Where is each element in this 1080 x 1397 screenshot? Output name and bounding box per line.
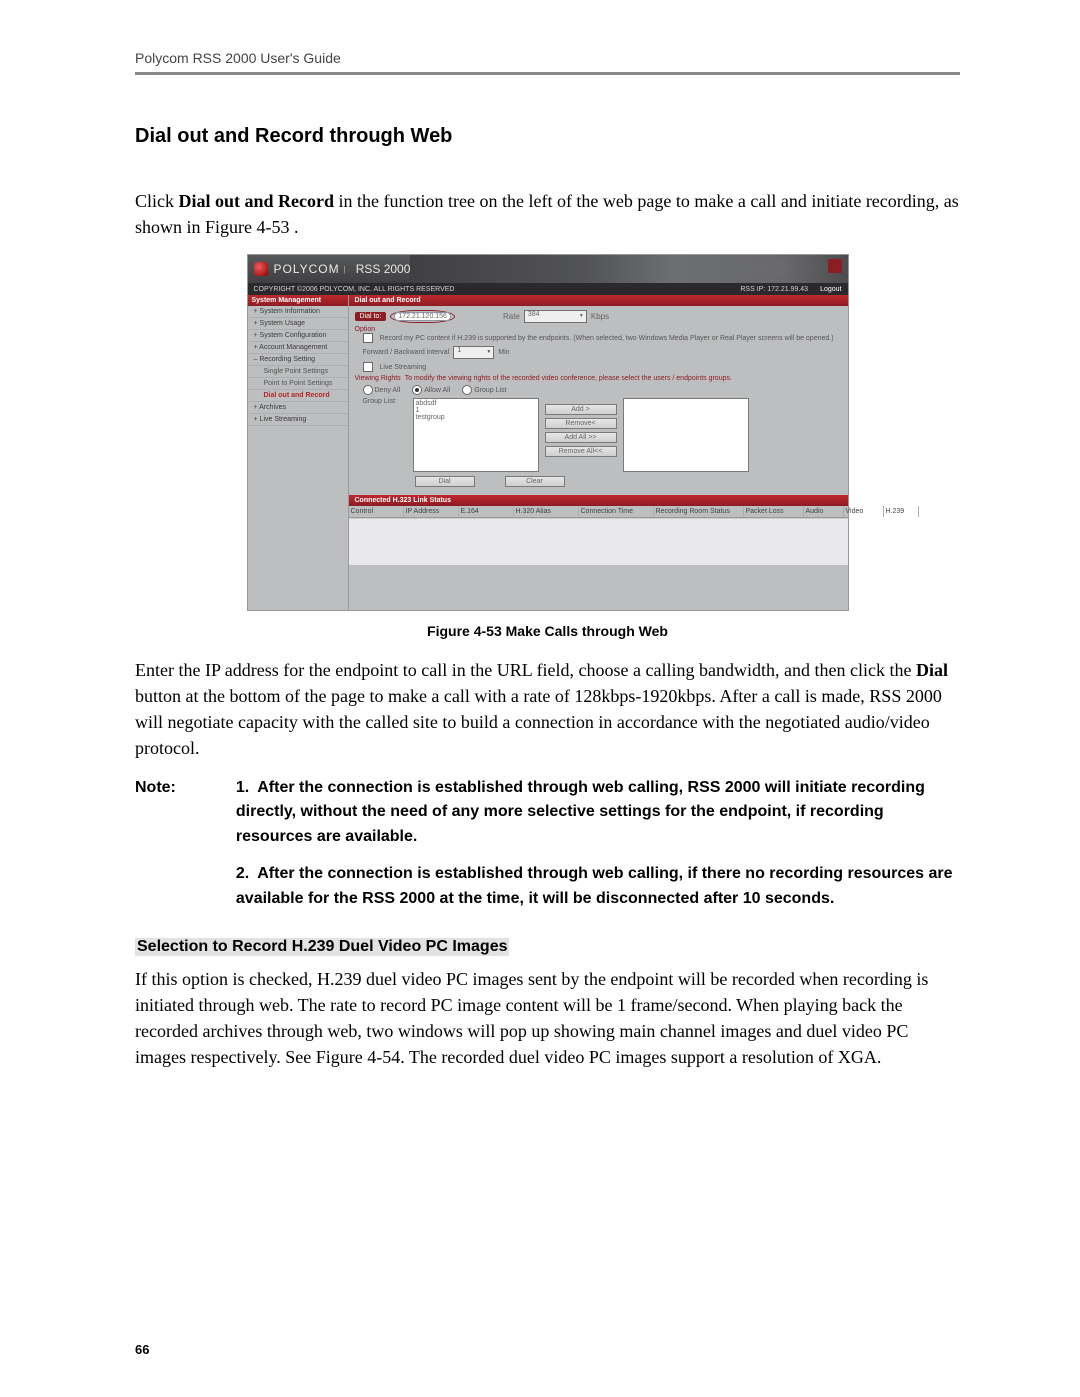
group-list-source[interactable]: abdsdf 1 testgroup <box>413 398 539 472</box>
dial-to-input[interactable]: 172.21.120.156 <box>394 312 451 321</box>
page-number: 66 <box>135 1342 149 1357</box>
banner-accent-icon <box>828 259 842 273</box>
running-head: Polycom RSS 2000 User's Guide <box>135 50 960 75</box>
radio-allow-label: Allow All <box>424 387 450 394</box>
group-list-target[interactable] <box>623 398 749 472</box>
fwd-back-unit: Min <box>498 349 509 356</box>
col-h239: H.239 <box>884 506 919 517</box>
record-pc-checkbox[interactable] <box>363 333 373 343</box>
note2-text: After the connection is established thro… <box>236 865 953 907</box>
list-item[interactable]: testgroup <box>416 414 536 421</box>
note-item-1: 1.After the connection is established th… <box>236 776 960 850</box>
content-header: Dial out and Record <box>349 295 848 306</box>
para2-a: Enter the IP address for the endpoint to… <box>135 660 916 680</box>
sidebar-item-system-usage[interactable]: System Usage <box>248 318 348 330</box>
subsection-title: Selection to Record H.239 Duel Video PC … <box>135 938 509 956</box>
fwd-back-label: Forward / Backward interval <box>363 349 450 356</box>
sidebar-item-dial-out-record[interactable]: Dial out and Record <box>248 390 348 402</box>
rss-ip-label: RSS IP: 172.21.99.43 <box>740 286 808 293</box>
intro-bold: Dial out and Record <box>179 191 335 211</box>
paragraph-2: Enter the IP address for the endpoint to… <box>135 657 960 761</box>
live-streaming-checkbox[interactable] <box>363 362 373 372</box>
content-pane: Dial out and Record Dial to: 172.21.120.… <box>349 295 848 610</box>
sidebar-item-system-information[interactable]: System Information <box>248 306 348 318</box>
col-h320: H.320 Alias <box>514 506 579 517</box>
rate-label: Rate <box>503 312 520 321</box>
viewing-rights-label: Viewing Rights <box>355 375 401 382</box>
radio-deny-all[interactable] <box>363 385 373 395</box>
note-item-2: 2.After the connection is established th… <box>236 862 960 912</box>
live-streaming-label: Live Streaming <box>380 364 427 371</box>
status-columns: Control IP Address E.164 H.320 Alias Con… <box>349 506 848 518</box>
brand-separator: | <box>344 265 346 274</box>
col-room-status: Recording Room Status <box>654 506 744 517</box>
col-audio: Audio <box>804 506 844 517</box>
sidebar-header: System Management <box>248 295 348 306</box>
remove-button[interactable]: Remove< <box>545 418 617 429</box>
dial-button[interactable]: Dial <box>415 476 475 487</box>
rate-unit: Kbps <box>591 312 609 321</box>
copyright-text: COPYRIGHT ©2006 POLYCOM, INC. ALL RIGHTS… <box>254 286 741 293</box>
sidebar-item-single-point[interactable]: Single Point Settings <box>248 366 348 378</box>
viewing-rights-hint: To modify the viewing rights of the reco… <box>405 375 732 382</box>
col-e164: E.164 <box>459 506 514 517</box>
intro-prefix: Click <box>135 191 179 211</box>
clear-button[interactable]: Clear <box>505 476 565 487</box>
app-banner: POLYCOM | RSS 2000 <box>248 255 848 283</box>
sidebar-item-point-to-point[interactable]: Point to Point Settings <box>248 378 348 390</box>
note1-text: After the connection is established thro… <box>236 779 925 846</box>
fwd-back-select[interactable]: 1 <box>453 346 494 359</box>
note-label: Note: <box>135 776 176 924</box>
list-item[interactable]: abdsdf <box>416 400 536 407</box>
section-title: Dial out and Record through Web <box>135 125 960 148</box>
sidebar: System Management System Information Sys… <box>248 295 349 610</box>
sidebar-item-recording-setting[interactable]: Recording Setting <box>248 354 348 366</box>
paragraph-3: If this option is checked, H.239 duel vi… <box>135 966 960 1070</box>
status-data-pane <box>349 518 848 565</box>
rate-select[interactable]: 384 <box>524 310 587 323</box>
sidebar-item-system-configuration[interactable]: System Configuration <box>248 330 348 342</box>
dial-to-label: Dial to: <box>355 312 387 321</box>
banner-graphic <box>410 255 847 283</box>
note-block: Note: 1.After the connection is establis… <box>135 776 960 924</box>
app-status-bar: COPYRIGHT ©2006 POLYCOM, INC. ALL RIGHTS… <box>248 283 848 295</box>
col-control: Control <box>349 506 404 517</box>
col-packet-loss: Packet Loss <box>744 506 804 517</box>
list-item[interactable]: 1 <box>416 407 536 414</box>
col-video: Video <box>844 506 884 517</box>
add-all-button[interactable]: Add All >> <box>545 432 617 443</box>
option-heading: Option <box>355 326 842 333</box>
app-window: POLYCOM | RSS 2000 COPYRIGHT ©2006 POLYC… <box>247 254 849 611</box>
col-conn-time: Connection Time <box>579 506 654 517</box>
status-table-header: Connected H.323 Link Status <box>349 495 848 506</box>
intro-paragraph: Click Dial out and Record in the functio… <box>135 188 960 240</box>
sidebar-item-archives[interactable]: Archives <box>248 402 348 414</box>
polycom-logo-icon <box>254 262 268 276</box>
group-list-label: Group List: <box>363 398 407 405</box>
para2-bold: Dial <box>916 660 948 680</box>
figure-caption: Figure 4-53 Make Calls through Web <box>135 623 960 639</box>
brand-polycom: POLYCOM <box>274 262 340 276</box>
radio-deny-label: Deny All <box>375 387 401 394</box>
radio-group-label: Group List <box>474 387 506 394</box>
radio-allow-all[interactable] <box>412 385 422 395</box>
brand-rss2000: RSS 2000 <box>356 262 411 276</box>
para2-b: button at the bottom of the page to make… <box>135 686 942 758</box>
col-ip: IP Address <box>404 506 459 517</box>
remove-all-button[interactable]: Remove All<< <box>545 446 617 457</box>
sidebar-item-account-management[interactable]: Account Management <box>248 342 348 354</box>
sidebar-item-live-streaming[interactable]: Live Streaming <box>248 414 348 426</box>
add-button[interactable]: Add > <box>545 404 617 415</box>
radio-group-list[interactable] <box>462 385 472 395</box>
logout-link[interactable]: Logout <box>820 286 841 293</box>
record-pc-text: Record my PC content if H.239 is support… <box>380 335 834 342</box>
dial-to-highlight: 172.21.120.156 <box>390 310 455 323</box>
